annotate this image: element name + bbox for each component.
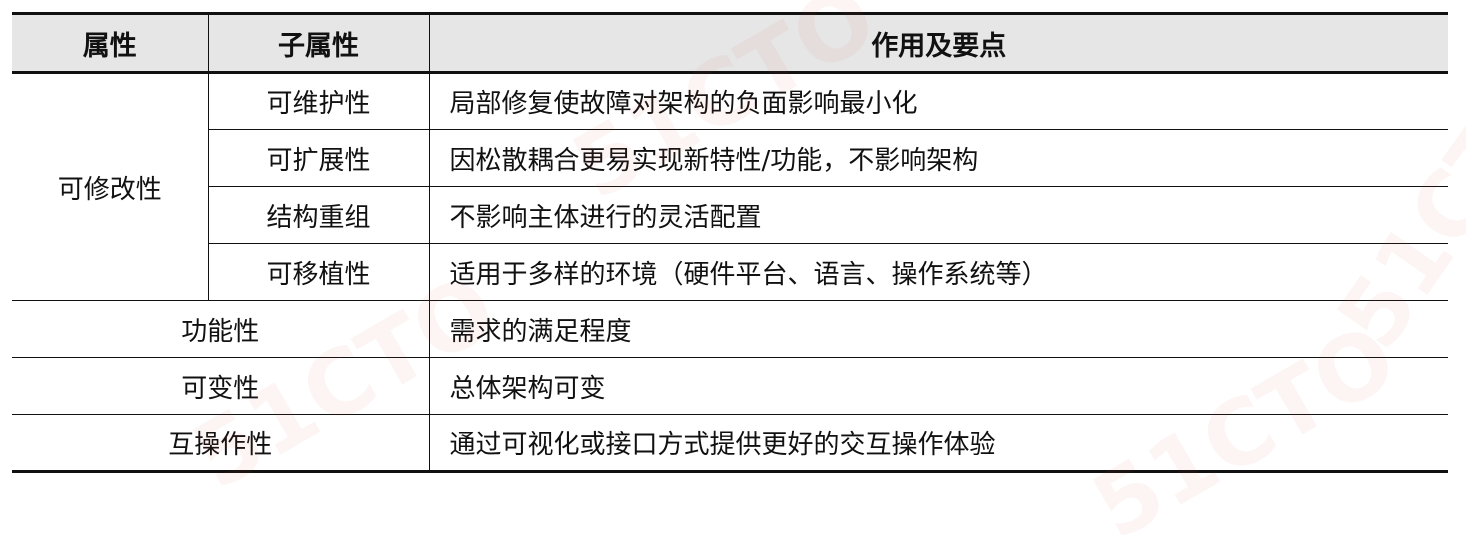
attribute-cell: 可修改性 (12, 72, 209, 301)
architecture-attributes-table: 属性 子属性 作用及要点 可修改性 可维护性 局部修复使故障对架构的负面影响最小… (12, 12, 1448, 473)
header-attribute: 属性 (12, 12, 209, 74)
table-row: 结构重组 不影响主体进行的灵活配置 (12, 186, 1448, 244)
purpose-cell: 需求的满足程度 (428, 300, 1448, 358)
purpose-cell: 适用于多样的环境（硬件平台、语言、操作系统等） (428, 243, 1448, 301)
attribute-cell: 互操作性 (12, 414, 430, 473)
table-row: 功能性 需求的满足程度 (12, 300, 1448, 358)
purpose-cell: 通过可视化或接口方式提供更好的交互操作体验 (428, 414, 1448, 473)
table-row: 可移植性 适用于多样的环境（硬件平台、语言、操作系统等） (12, 243, 1448, 301)
header-purpose: 作用及要点 (428, 12, 1448, 74)
table-row: 可修改性 可维护性 局部修复使故障对架构的负面影响最小化 (12, 72, 1448, 301)
attribute-cell: 功能性 (12, 300, 430, 358)
sub-attribute-cell: 结构重组 (208, 186, 430, 244)
table-row: 可变性 总体架构可变 (12, 357, 1448, 415)
purpose-cell: 总体架构可变 (428, 357, 1448, 415)
header-row: 属性 子属性 作用及要点 (12, 12, 1448, 74)
attribute-cell: 可变性 (12, 357, 430, 415)
purpose-cell: 局部修复使故障对架构的负面影响最小化 (428, 72, 1448, 130)
table-row: 可扩展性 因松散耦合更易实现新特性/功能，不影响架构 (12, 129, 1448, 187)
purpose-cell: 因松散耦合更易实现新特性/功能，不影响架构 (428, 129, 1448, 187)
purpose-cell: 不影响主体进行的灵活配置 (428, 186, 1448, 244)
sub-attribute-cell: 可维护性 (207, 72, 430, 130)
header-sub-attribute: 子属性 (207, 12, 430, 74)
table-row: 互操作性 通过可视化或接口方式提供更好的交互操作体验 (12, 414, 1448, 473)
sub-attribute-cell: 可扩展性 (208, 129, 430, 187)
architecture-attributes-table-wrapper: 属性 子属性 作用及要点 可修改性 可维护性 局部修复使故障对架构的负面影响最小… (12, 12, 1448, 473)
sub-attribute-cell: 可移植性 (208, 243, 430, 301)
